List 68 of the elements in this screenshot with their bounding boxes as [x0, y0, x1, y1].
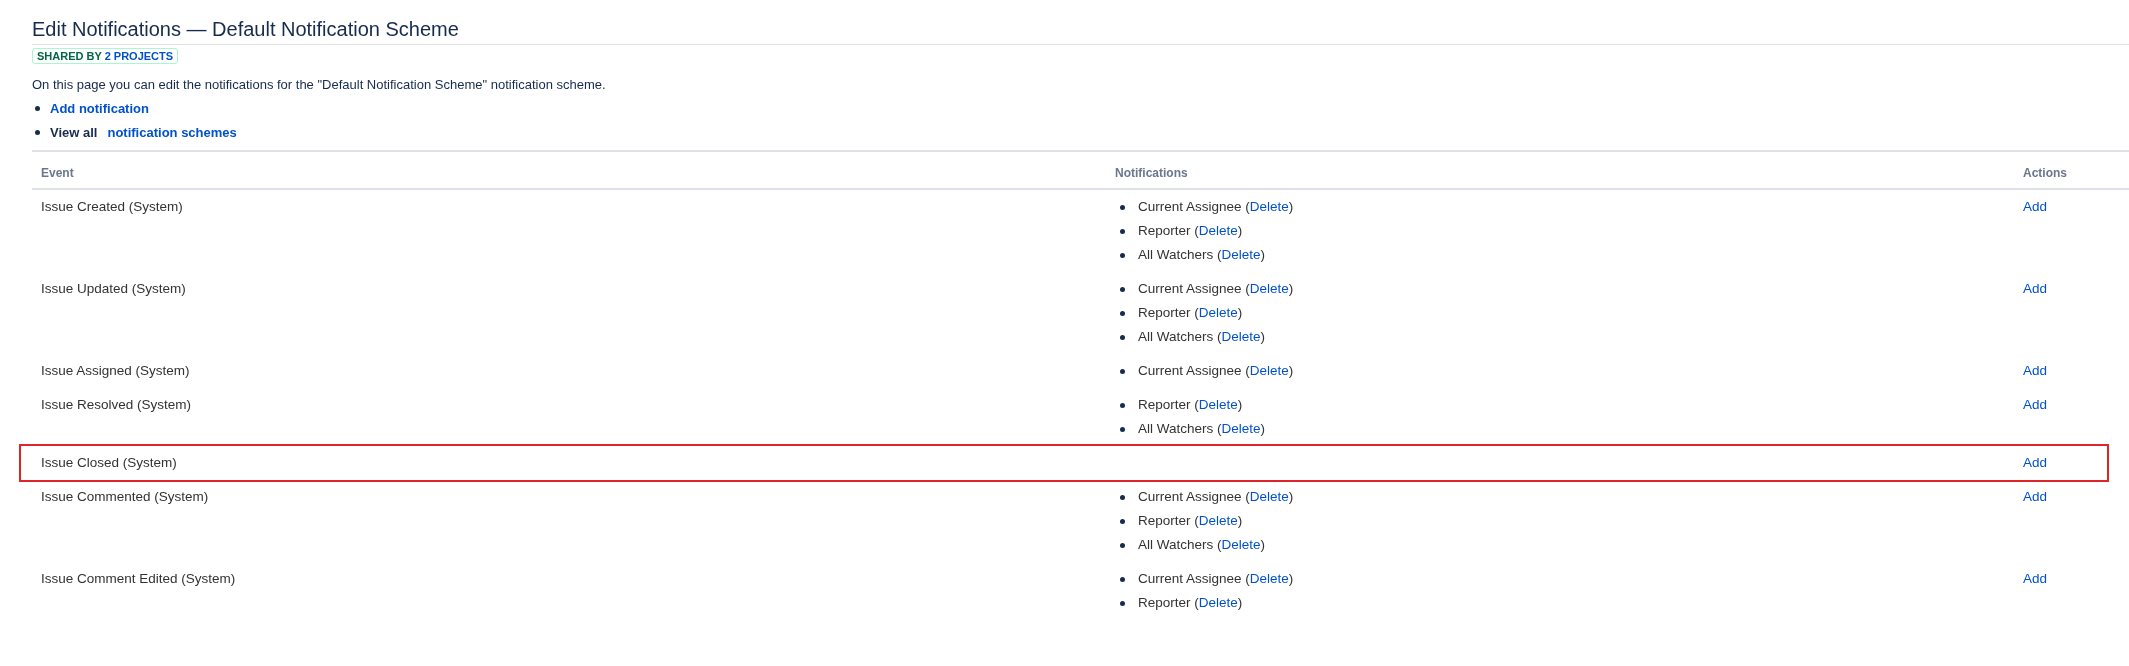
- bullet-icon: [1120, 542, 1125, 548]
- add-link[interactable]: Add: [2023, 363, 2048, 378]
- column-header: Actions: [2022, 165, 2068, 182]
- notification-item: Reporter (Delete): [1138, 304, 1243, 322]
- add-link[interactable]: Add: [2023, 571, 2048, 586]
- event-name: Issue Assigned (System): [41, 363, 190, 378]
- bullet-icon: [1120, 334, 1125, 340]
- add-link[interactable]: Add: [2023, 455, 2048, 470]
- notification-item: Current Assignee (Delete): [1138, 198, 1294, 216]
- notification-item: All Watchers (Delete): [1138, 246, 1266, 264]
- notification-item: Reporter (Delete): [1138, 594, 1243, 612]
- delete-link[interactable]: Delete: [1198, 223, 1238, 238]
- notification-item: All Watchers (Delete): [1138, 420, 1266, 438]
- event-name: Issue Updated (System): [41, 281, 186, 296]
- delete-link[interactable]: Delete: [1221, 421, 1261, 436]
- add-link[interactable]: Add: [2023, 397, 2048, 412]
- shared-lozenge: SHARED BY 2 PROJECTS: [32, 48, 179, 64]
- page-title: Edit Notifications — Default Notification Scheme: [32, 14, 2129, 45]
- delete-link[interactable]: Delete: [1198, 595, 1238, 610]
- add-link[interactable]: Add: [2023, 489, 2048, 504]
- delete-link[interactable]: Delete: [1221, 329, 1261, 344]
- bullet-icon: [1120, 576, 1125, 582]
- notification-item: Reporter (Delete): [1138, 512, 1243, 530]
- delete-link[interactable]: Delete: [1249, 199, 1289, 214]
- notification-item: Current Assignee (Delete): [1138, 362, 1294, 380]
- description-text: On this page you can edit the notifications for the "Default Notification Scheme" notification scheme.: [32, 76, 607, 94]
- bullet-icon: [1120, 252, 1125, 258]
- delete-link[interactable]: Delete: [1249, 281, 1289, 296]
- delete-link[interactable]: Delete: [1198, 513, 1238, 528]
- page-link[interactable]: notification schemes: [107, 124, 237, 140]
- add-link[interactable]: Add: [2023, 281, 2048, 296]
- event-name: Issue Commented (System): [41, 489, 209, 504]
- delete-link[interactable]: Delete: [1249, 571, 1289, 586]
- bullet-icon: [1120, 402, 1125, 408]
- notification-item: Reporter (Delete): [1138, 222, 1243, 240]
- bullet-icon: [1120, 368, 1125, 374]
- notification-item: Reporter (Delete): [1138, 396, 1243, 414]
- event-name: Issue Created (System): [41, 199, 183, 214]
- notification-item: Current Assignee (Delete): [1138, 488, 1294, 506]
- add-link[interactable]: Add: [2023, 199, 2048, 214]
- column-header: Event: [40, 165, 75, 182]
- link-label: View all: [50, 124, 98, 140]
- delete-link[interactable]: Delete: [1249, 489, 1289, 504]
- event-name: Issue Closed (System): [41, 455, 177, 470]
- column-header: Notifications: [1114, 165, 1189, 182]
- notification-item: Current Assignee (Delete): [1138, 570, 1294, 588]
- delete-link[interactable]: Delete: [1249, 363, 1289, 378]
- event-name: Issue Comment Edited (System): [41, 571, 236, 586]
- page-link[interactable]: Add notification: [50, 100, 149, 116]
- bullet-icon: [1120, 518, 1125, 524]
- bullet-icon: [35, 129, 40, 135]
- notification-item: Current Assignee (Delete): [1138, 280, 1294, 298]
- projects-link[interactable]: 2 PROJECTS: [104, 50, 174, 62]
- delete-link[interactable]: Delete: [1198, 397, 1238, 412]
- event-name: Issue Resolved (System): [41, 397, 192, 412]
- notification-item: All Watchers (Delete): [1138, 536, 1266, 554]
- notification-item: All Watchers (Delete): [1138, 328, 1266, 346]
- bullet-icon: [1120, 494, 1125, 500]
- bullet-icon: [1120, 228, 1125, 234]
- bullet-icon: [1120, 310, 1125, 316]
- bullet-icon: [35, 105, 40, 111]
- delete-link[interactable]: Delete: [1198, 305, 1238, 320]
- bullet-icon: [1120, 600, 1125, 606]
- delete-link[interactable]: Delete: [1221, 247, 1261, 262]
- bullet-icon: [1120, 204, 1125, 210]
- bullet-icon: [1120, 286, 1125, 292]
- bullet-icon: [1120, 426, 1125, 432]
- delete-link[interactable]: Delete: [1221, 537, 1261, 552]
